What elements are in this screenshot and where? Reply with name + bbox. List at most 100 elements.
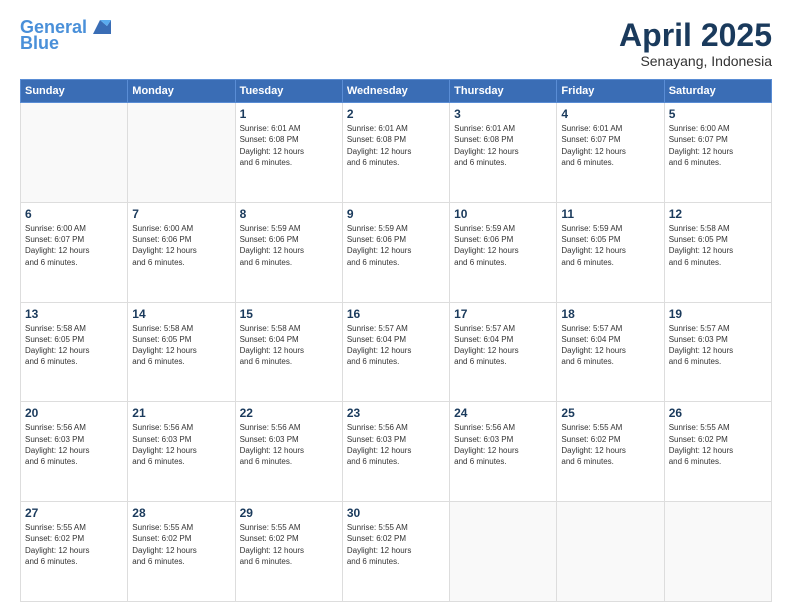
calendar-table: SundayMondayTuesdayWednesdayThursdayFrid…: [20, 79, 772, 602]
calendar-cell: 22 Sunrise: 5:56 AM Sunset: 6:03 PM Dayli…: [235, 402, 342, 502]
day-info: Sunrise: 5:55 AM Sunset: 6:02 PM Dayligh…: [561, 422, 659, 467]
calendar-cell: 4 Sunrise: 6:01 AM Sunset: 6:07 PM Daylig…: [557, 103, 664, 203]
day-info: Sunrise: 5:59 AM Sunset: 6:05 PM Dayligh…: [561, 223, 659, 268]
day-info: Sunrise: 5:56 AM Sunset: 6:03 PM Dayligh…: [132, 422, 230, 467]
calendar-cell: 6Sunrise: 6:00 AM Sunset: 6:07 PM Daylig…: [21, 202, 128, 302]
calendar-cell: 17Sunrise: 5:57 AM Sunset: 6:04 PM Dayli…: [450, 302, 557, 402]
logo-icon: [89, 16, 111, 38]
day-info: Sunrise: 5:56 AM Sunset: 6:03 PM Dayligh…: [240, 422, 338, 467]
day-number: 21: [132, 406, 230, 420]
day-info: Sunrise: 6:00 AM Sunset: 6:06 PM Dayligh…: [132, 223, 230, 268]
day-info: Sunrise: 6:01 AM Sunset: 6:08 PM Dayligh…: [240, 123, 338, 168]
day-header-wednesday: Wednesday: [342, 80, 449, 103]
day-number: 2: [347, 107, 445, 121]
calendar-cell: [128, 103, 235, 203]
day-number: 19: [669, 307, 767, 321]
day-info: Sunrise: 5:55 AM Sunset: 6:02 PM Dayligh…: [240, 522, 338, 567]
calendar-cell: [557, 502, 664, 602]
title-block: April 2025 Senayang, Indonesia: [619, 18, 772, 69]
calendar-cell: 9Sunrise: 5:59 AM Sunset: 6:06 PM Daylig…: [342, 202, 449, 302]
day-number: 15: [240, 307, 338, 321]
day-header-sunday: Sunday: [21, 80, 128, 103]
day-number: 10: [454, 207, 552, 221]
calendar-cell: 5Sunrise: 6:00 AM Sunset: 6:07 PM Daylig…: [664, 103, 771, 203]
day-number: 3: [454, 107, 552, 121]
day-number: 25: [561, 406, 659, 420]
day-number: 6: [25, 207, 123, 221]
day-info: Sunrise: 5:59 AM Sunset: 6:06 PM Dayligh…: [347, 223, 445, 268]
calendar-cell: 21 Sunrise: 5:56 AM Sunset: 6:03 PM Dayli…: [128, 402, 235, 502]
day-number: 24: [454, 406, 552, 420]
day-header-saturday: Saturday: [664, 80, 771, 103]
day-number: 5: [669, 107, 767, 121]
calendar-cell: 3 Sunrise: 6:01 AM Sunset: 6:08 PM Daylig…: [450, 103, 557, 203]
calendar-cell: 12 Sunrise: 5:58 AM Sunset: 6:05 PM Dayli…: [664, 202, 771, 302]
day-info: Sunrise: 5:59 AM Sunset: 6:06 PM Dayligh…: [240, 223, 338, 268]
main-title: April 2025: [619, 18, 772, 53]
day-number: 30: [347, 506, 445, 520]
calendar-cell: 25 Sunrise: 5:55 AM Sunset: 6:02 PM Dayli…: [557, 402, 664, 502]
day-number: 8: [240, 207, 338, 221]
day-number: 13: [25, 307, 123, 321]
calendar-cell: [450, 502, 557, 602]
calendar-cell: 19 Sunrise: 5:57 AM Sunset: 6:03 PM Dayli…: [664, 302, 771, 402]
day-number: 22: [240, 406, 338, 420]
day-header-thursday: Thursday: [450, 80, 557, 103]
calendar-body: 1 Sunrise: 6:01 AM Sunset: 6:08 PM Daylig…: [21, 103, 772, 602]
calendar-week-4: 20Sunrise: 5:56 AM Sunset: 6:03 PM Dayli…: [21, 402, 772, 502]
header: General Blue April 2025 Senayang, Indone…: [20, 18, 772, 69]
calendar-week-2: 6Sunrise: 6:00 AM Sunset: 6:07 PM Daylig…: [21, 202, 772, 302]
day-number: 29: [240, 506, 338, 520]
calendar-cell: 10 Sunrise: 5:59 AM Sunset: 6:06 PM Dayli…: [450, 202, 557, 302]
calendar-cell: 14Sunrise: 5:58 AM Sunset: 6:05 PM Dayli…: [128, 302, 235, 402]
calendar-cell: 2 Sunrise: 6:01 AM Sunset: 6:08 PM Daylig…: [342, 103, 449, 203]
logo-text-blue: Blue: [20, 34, 59, 54]
logo: General Blue: [20, 18, 111, 54]
calendar-cell: 26Sunrise: 5:55 AM Sunset: 6:02 PM Dayli…: [664, 402, 771, 502]
day-number: 16: [347, 307, 445, 321]
calendar-cell: 16 Sunrise: 5:57 AM Sunset: 6:04 PM Dayli…: [342, 302, 449, 402]
calendar-cell: 24Sunrise: 5:56 AM Sunset: 6:03 PM Dayli…: [450, 402, 557, 502]
day-number: 27: [25, 506, 123, 520]
day-info: Sunrise: 6:01 AM Sunset: 6:08 PM Dayligh…: [347, 123, 445, 168]
day-info: Sunrise: 5:57 AM Sunset: 6:04 PM Dayligh…: [561, 323, 659, 368]
day-info: Sunrise: 5:56 AM Sunset: 6:03 PM Dayligh…: [347, 422, 445, 467]
calendar-cell: 27 Sunrise: 5:55 AM Sunset: 6:02 PM Dayli…: [21, 502, 128, 602]
day-number: 14: [132, 307, 230, 321]
day-info: Sunrise: 5:59 AM Sunset: 6:06 PM Dayligh…: [454, 223, 552, 268]
calendar-cell: 28Sunrise: 5:55 AM Sunset: 6:02 PM Dayli…: [128, 502, 235, 602]
day-info: Sunrise: 5:55 AM Sunset: 6:02 PM Dayligh…: [347, 522, 445, 567]
subtitle: Senayang, Indonesia: [619, 53, 772, 69]
day-info: Sunrise: 5:57 AM Sunset: 6:04 PM Dayligh…: [347, 323, 445, 368]
day-number: 23: [347, 406, 445, 420]
calendar-cell: 7 Sunrise: 6:00 AM Sunset: 6:06 PM Daylig…: [128, 202, 235, 302]
calendar-cell: 13 Sunrise: 5:58 AM Sunset: 6:05 PM Dayli…: [21, 302, 128, 402]
day-info: Sunrise: 5:55 AM Sunset: 6:02 PM Dayligh…: [25, 522, 123, 567]
calendar-week-3: 13 Sunrise: 5:58 AM Sunset: 6:05 PM Dayli…: [21, 302, 772, 402]
calendar-cell: 23 Sunrise: 5:56 AM Sunset: 6:03 PM Dayli…: [342, 402, 449, 502]
day-info: Sunrise: 5:56 AM Sunset: 6:03 PM Dayligh…: [25, 422, 123, 467]
calendar-cell: 8 Sunrise: 5:59 AM Sunset: 6:06 PM Daylig…: [235, 202, 342, 302]
day-number: 28: [132, 506, 230, 520]
day-info: Sunrise: 6:01 AM Sunset: 6:07 PM Dayligh…: [561, 123, 659, 168]
calendar-cell: 18 Sunrise: 5:57 AM Sunset: 6:04 PM Dayli…: [557, 302, 664, 402]
calendar-cell: 15Sunrise: 5:58 AM Sunset: 6:04 PM Dayli…: [235, 302, 342, 402]
calendar-cell: [21, 103, 128, 203]
calendar-cell: [664, 502, 771, 602]
calendar-cell: 1 Sunrise: 6:01 AM Sunset: 6:08 PM Daylig…: [235, 103, 342, 203]
day-header-monday: Monday: [128, 80, 235, 103]
day-number: 17: [454, 307, 552, 321]
day-info: Sunrise: 5:58 AM Sunset: 6:05 PM Dayligh…: [669, 223, 767, 268]
calendar-cell: 29 Sunrise: 5:55 AM Sunset: 6:02 PM Dayli…: [235, 502, 342, 602]
day-number: 12: [669, 207, 767, 221]
day-number: 18: [561, 307, 659, 321]
day-number: 4: [561, 107, 659, 121]
calendar-week-5: 27 Sunrise: 5:55 AM Sunset: 6:02 PM Dayli…: [21, 502, 772, 602]
day-info: Sunrise: 6:01 AM Sunset: 6:08 PM Dayligh…: [454, 123, 552, 168]
calendar-cell: 11Sunrise: 5:59 AM Sunset: 6:05 PM Dayli…: [557, 202, 664, 302]
day-number: 1: [240, 107, 338, 121]
day-number: 7: [132, 207, 230, 221]
day-info: Sunrise: 5:58 AM Sunset: 6:05 PM Dayligh…: [25, 323, 123, 368]
calendar-header: SundayMondayTuesdayWednesdayThursdayFrid…: [21, 80, 772, 103]
day-info: Sunrise: 5:57 AM Sunset: 6:03 PM Dayligh…: [669, 323, 767, 368]
